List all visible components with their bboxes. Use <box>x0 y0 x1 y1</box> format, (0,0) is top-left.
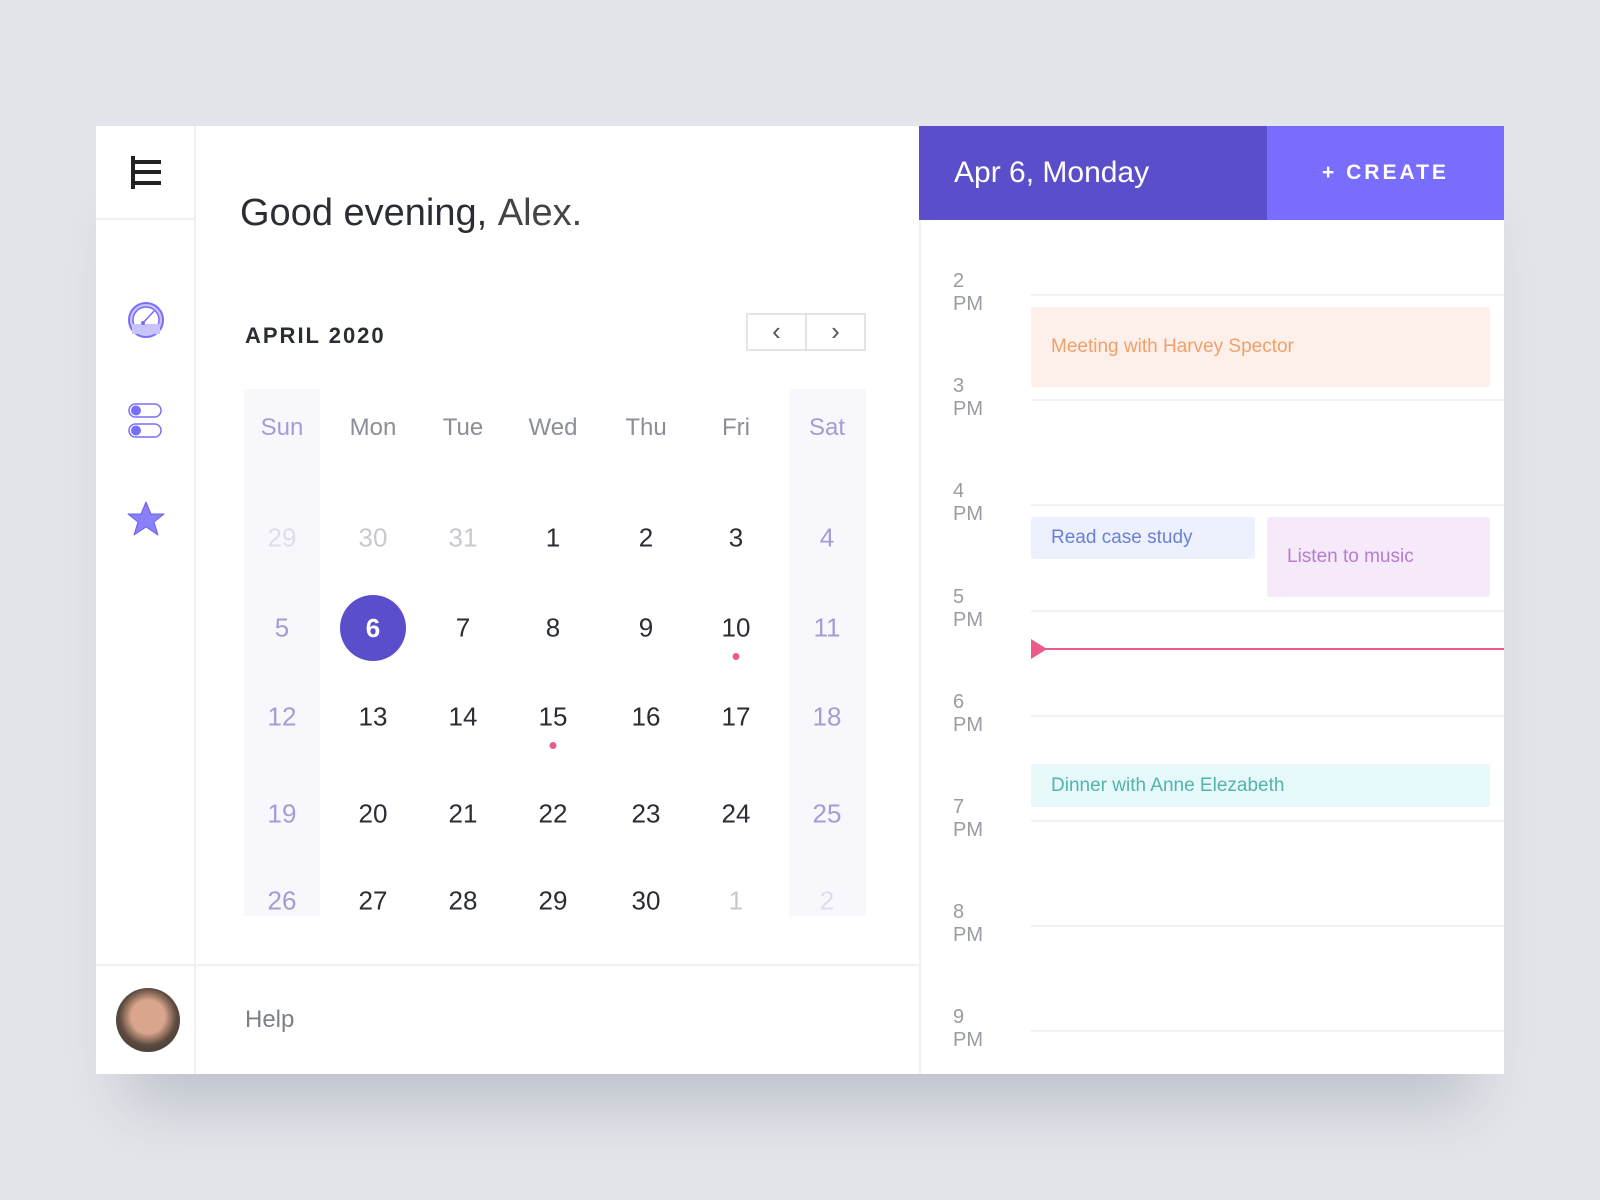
hour-line <box>1031 609 1504 612</box>
current-time-line <box>1031 648 1504 650</box>
calendar-app-card: Good evening, Alex. APRIL 2020 ‹ › Sun Mo… <box>96 126 1504 1074</box>
hour-label: 8 PM <box>953 901 983 947</box>
calendar-day[interactable]: 10 <box>696 613 776 644</box>
event-block[interactable]: Meeting with Harvey Spector <box>1031 307 1490 387</box>
calendar-day[interactable]: 24 <box>696 799 776 830</box>
calendar-day[interactable]: 28 <box>423 886 503 917</box>
calendar-day[interactable]: 3 <box>696 523 776 554</box>
calendar-day[interactable]: 29 <box>242 523 322 554</box>
hour-label: 9 PM <box>953 1006 983 1052</box>
sidebar <box>96 126 196 1074</box>
prev-month-button[interactable]: ‹ <box>748 315 807 349</box>
calendar-day[interactable]: 5 <box>242 613 322 644</box>
hour-line <box>1031 504 1504 507</box>
event-dot <box>549 742 557 749</box>
current-time-marker-icon <box>1031 639 1047 659</box>
calendar-day[interactable]: 7 <box>423 613 503 644</box>
calendar-day[interactable]: 1 <box>513 523 593 554</box>
hour-label: 2 PM <box>953 270 983 315</box>
menu-icon <box>131 156 161 189</box>
calendar-day[interactable]: 25 <box>787 799 867 830</box>
hour-line <box>1031 925 1504 928</box>
sunday-column-bg <box>244 389 320 916</box>
weekday-header: Wed <box>528 414 578 441</box>
calendar-day[interactable]: 20 <box>333 799 413 830</box>
next-month-button[interactable]: › <box>807 315 864 349</box>
toggles-icon[interactable] <box>128 402 164 440</box>
event-title: Read case study <box>1051 527 1193 548</box>
event-block[interactable]: Listen to music <box>1267 517 1490 597</box>
event-title: Dinner with Anne Elezabeth <box>1051 774 1285 796</box>
calendar-day[interactable]: 18 <box>787 702 867 733</box>
create-button[interactable]: + CREATE <box>1267 126 1504 220</box>
calendar-day[interactable]: 29 <box>513 886 593 917</box>
hour-line <box>1031 1030 1504 1033</box>
month-label: APRIL 2020 <box>245 323 386 348</box>
help-link[interactable]: Help <box>245 1006 294 1034</box>
calendar-day[interactable]: 27 <box>333 886 413 917</box>
calendar-day[interactable]: 16 <box>606 702 686 733</box>
weekday-header: Thu <box>625 414 667 441</box>
weekday-header: Tue <box>442 414 484 441</box>
hour-label: 6 PM <box>953 690 983 736</box>
event-block[interactable]: Dinner with Anne Elezabeth <box>1031 764 1490 807</box>
calendar-day[interactable]: 8 <box>513 613 593 644</box>
calendar-day[interactable]: 14 <box>423 702 503 733</box>
event-block[interactable]: Read case study <box>1031 517 1255 559</box>
event-title: Listen to music <box>1287 546 1414 567</box>
calendar-day[interactable]: 21 <box>423 799 503 830</box>
greeting: Good evening, Alex. <box>240 192 583 234</box>
event-dot <box>732 653 740 660</box>
calendar-day[interactable]: 23 <box>606 799 686 830</box>
hour-label: 5 PM <box>953 585 983 631</box>
calendar-day[interactable]: 1 <box>696 886 776 917</box>
calendar-day[interactable]: 15 <box>513 702 593 733</box>
star-icon[interactable] <box>127 500 165 538</box>
selected-date-header: Apr 6, Monday <box>919 126 1267 220</box>
hour-line <box>1031 399 1504 402</box>
calendar-day[interactable]: 2 <box>787 886 867 917</box>
calendar-day[interactable]: 22 <box>513 799 593 830</box>
dashboard-gauge-icon[interactable] <box>127 301 165 339</box>
weekday-header: Mon <box>349 414 397 441</box>
event-title: Meeting with Harvey Spector <box>1051 336 1294 357</box>
calendar-day[interactable]: 9 <box>606 613 686 644</box>
weekday-header: Fri <box>722 414 750 441</box>
hour-line <box>1031 714 1504 717</box>
calendar-day[interactable]: 12 <box>242 702 322 733</box>
calendar-day-selected[interactable]: 6 <box>340 595 406 661</box>
saturday-column-bg <box>789 389 866 916</box>
calendar-day[interactable]: 31 <box>423 523 503 554</box>
calendar-day[interactable]: 30 <box>333 523 413 554</box>
hour-line <box>1031 294 1504 296</box>
calendar-day[interactable]: 30 <box>606 886 686 917</box>
hour-label: 3 PM <box>953 375 983 421</box>
calendar-day[interactable]: 13 <box>333 702 413 733</box>
hour-label: 7 PM <box>953 796 983 841</box>
calendar-day[interactable]: 4 <box>787 523 867 554</box>
calendar-day[interactable]: 17 <box>696 702 776 733</box>
menu-button[interactable] <box>96 126 196 220</box>
weekday-header: Sun <box>260 414 304 441</box>
calendar-day[interactable]: 11 <box>787 613 867 644</box>
calendar-day[interactable]: 26 <box>242 886 322 917</box>
user-avatar[interactable] <box>116 988 180 1052</box>
calendar-day[interactable]: 2 <box>606 523 686 554</box>
hour-label: 4 PM <box>953 480 983 526</box>
weekday-header: Sat <box>808 414 846 441</box>
calendar-day[interactable]: 19 <box>242 799 322 830</box>
month-nav: ‹ › <box>746 313 866 351</box>
hour-line <box>1031 820 1504 822</box>
